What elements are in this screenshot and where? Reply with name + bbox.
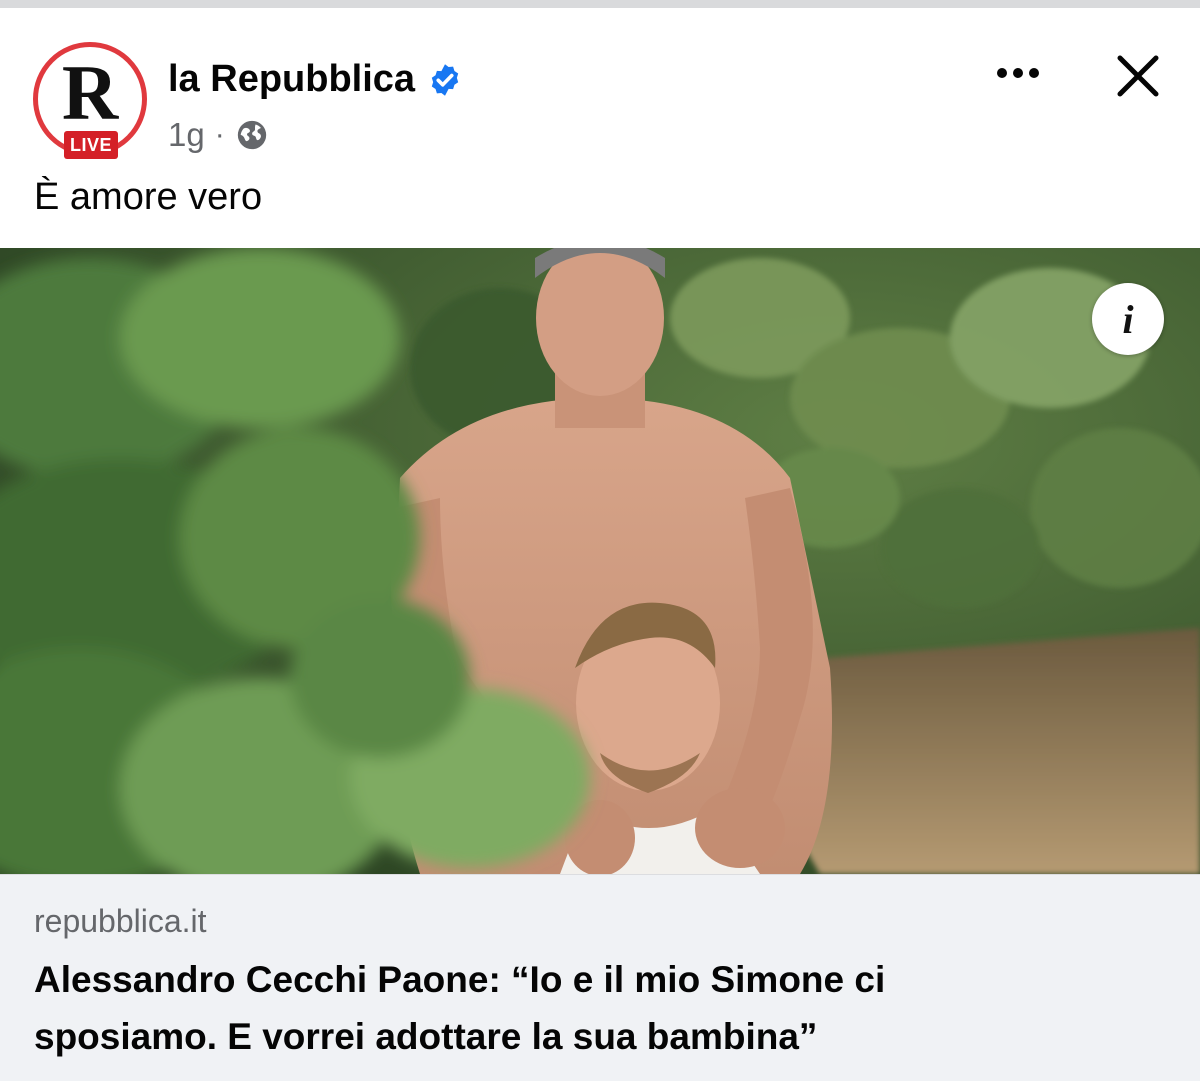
globe-icon xyxy=(237,120,266,150)
link-domain: repubblica.it xyxy=(34,903,207,939)
post-meta: 1g · xyxy=(168,116,269,154)
page-avatar[interactable]: R LIVE xyxy=(33,42,147,159)
more-options-icon[interactable] xyxy=(988,48,1048,98)
post-photo[interactable] xyxy=(0,248,1200,874)
page-name-row: la Repubblica xyxy=(168,58,463,101)
live-badge: LIVE xyxy=(64,131,118,159)
top-divider xyxy=(0,0,1200,8)
meta-separator: · xyxy=(214,118,225,151)
photo-illustration xyxy=(0,248,1200,874)
verified-badge-icon xyxy=(431,63,459,96)
post-time[interactable]: 1g xyxy=(168,116,205,154)
post-text: È amore vero xyxy=(34,176,263,218)
page-name[interactable]: la Repubblica xyxy=(168,58,415,101)
link-headline[interactable]: Alessandro Cecchi Paone: “Io e il mio Si… xyxy=(34,951,1034,1065)
avatar-logo-letter: R xyxy=(61,49,119,136)
info-icon[interactable]: i xyxy=(1092,283,1164,355)
post-header: R LIVE la Repubblica 1g · È amore vero xyxy=(0,8,1200,248)
close-icon[interactable] xyxy=(1108,46,1168,106)
link-preview[interactable]: repubblica.it Alessandro Cecchi Paone: “… xyxy=(0,874,1200,1081)
